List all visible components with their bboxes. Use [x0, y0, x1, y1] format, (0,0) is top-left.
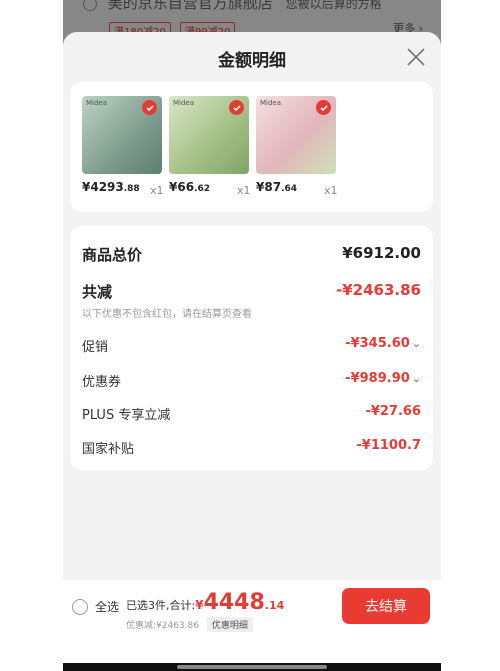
product-item[interactable]: Midea ¥4293.88 x1: [82, 96, 167, 197]
product-thumbnail[interactable]: Midea: [169, 96, 249, 174]
background-store-name: 美的京东自营官方旗舰店: [107, 0, 273, 12]
background-store-row: 美的京东自营官方旗舰店 您被以后算的方格: [83, 0, 382, 13]
total-reduction-label: 共减: [82, 283, 113, 301]
product-item[interactable]: Midea ¥87.64 x1: [256, 96, 341, 197]
price-decimal: .64: [281, 184, 298, 194]
plus-discount-label: PLUS 专享立减: [82, 408, 171, 423]
price-decimal: .88: [123, 184, 140, 194]
discount-text: 优惠减:¥2463.86: [126, 621, 199, 631]
checkout-bar: 全选 已选3件,合计:¥4448.14 优惠减:¥2463.86 优惠明细 去结…: [63, 580, 441, 671]
total-line: 已选3件,合计:¥4448.14: [126, 590, 284, 615]
checkbox-circle-icon[interactable]: [72, 598, 88, 615]
currency-symbol: ¥: [195, 598, 204, 612]
price-integer: ¥4293: [82, 180, 124, 194]
total-amount-integer: 4448: [203, 590, 265, 615]
coupon-amount: -¥989.90: [345, 371, 410, 386]
coupon-value: -¥989.90 ⌄: [345, 371, 421, 386]
checkmark-icon[interactable]: [316, 100, 331, 115]
total-price-label: 商品总价: [82, 246, 143, 264]
selected-count-text: 已选3件,合计:: [126, 599, 196, 612]
background-radio: [83, 0, 97, 11]
amount-detail-sheet: 金额明细 Midea ¥4293.88 x1 Midea ¥66.62 x1 M…: [63, 32, 441, 671]
price-decimal: .62: [194, 184, 211, 194]
promotion-label: 促销: [82, 340, 109, 355]
discount-line: 优惠减:¥2463.86 优惠明细: [126, 617, 253, 632]
chevron-down-icon[interactable]: ⌄: [412, 372, 421, 385]
total-price-value: ¥6912.00: [342, 244, 421, 262]
products-card: Midea ¥4293.88 x1 Midea ¥66.62 x1 Midea …: [70, 82, 433, 212]
national-subsidy-value: -¥1100.7: [356, 438, 421, 453]
chevron-down-icon[interactable]: ⌄: [412, 337, 421, 350]
plus-discount-value: -¥27.66: [365, 404, 421, 419]
sheet-title: 金额明细: [218, 51, 286, 71]
select-all-label: 全选: [95, 600, 120, 614]
national-subsidy-label: 国家补贴: [82, 442, 135, 457]
checkmark-icon[interactable]: [142, 100, 157, 115]
brand-logo: Midea: [86, 99, 108, 107]
product-thumbnail[interactable]: Midea: [256, 96, 336, 174]
checkout-button[interactable]: 去结算: [342, 588, 430, 624]
promotion-amount: -¥345.60: [345, 336, 410, 351]
brand-logo: Midea: [260, 99, 282, 107]
product-thumbnail[interactable]: Midea: [82, 96, 162, 174]
product-quantity: x1: [324, 184, 338, 197]
brand-logo: Midea: [173, 99, 195, 107]
promotion-value: -¥345.60 ⌄: [345, 336, 421, 351]
discount-detail-button[interactable]: 优惠明细: [206, 617, 253, 632]
coupon-label: 优惠券: [82, 375, 122, 390]
price-integer: ¥66: [169, 180, 195, 194]
close-icon[interactable]: [405, 46, 427, 68]
select-all-toggle[interactable]: 全选: [72, 598, 119, 615]
phone-screen: 美的京东自营官方旗舰店 您被以后算的方格 满180减20 满99减20 更多 ›…: [63, 0, 441, 671]
total-reduction-value: -¥2463.86: [336, 281, 421, 299]
price-summary-card: 商品总价 ¥6912.00 共减 -¥2463.86 以下优惠不包含红包，请在结…: [70, 226, 433, 470]
reduction-note: 以下优惠不包含红包，请在结算页查看: [82, 309, 252, 320]
product-quantity: x1: [150, 184, 164, 197]
total-amount-decimal: .14: [264, 599, 285, 612]
home-indicator[interactable]: [177, 665, 327, 669]
background-right-text: 您被以后算的方格: [285, 0, 382, 11]
product-quantity: x1: [237, 184, 251, 197]
checkmark-icon[interactable]: [229, 100, 244, 115]
product-item[interactable]: Midea ¥66.62 x1: [169, 96, 254, 197]
price-integer: ¥87: [256, 180, 282, 194]
